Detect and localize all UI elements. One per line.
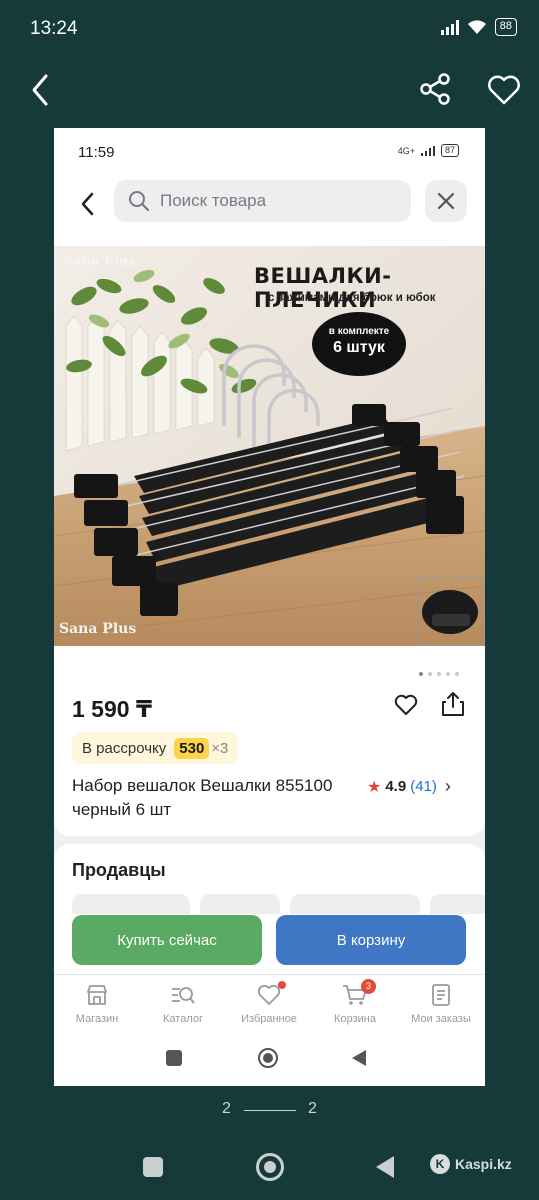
wifi-icon bbox=[467, 20, 486, 34]
inner-indicators: 4G+ 87 bbox=[398, 144, 459, 157]
back-chevron-icon[interactable] bbox=[76, 188, 100, 220]
kaspi-watermark-text: Kaspi.kz bbox=[455, 1156, 512, 1172]
brand-watermark-top: Sana Plus bbox=[64, 254, 136, 269]
shop-icon bbox=[87, 985, 107, 1005]
product-image[interactable]: Sana Plus ВЕШАЛКИ-ПЛЕЧИКИ с зажимами для… bbox=[54, 246, 485, 646]
installment-badge[interactable]: В рассрочку 530 ×3 bbox=[72, 732, 239, 764]
product-price: 1 590 ₸ bbox=[72, 696, 152, 722]
rating-value: 4.9 bbox=[385, 778, 407, 795]
image-title: ВЕШАЛКИ-ПЛЕЧИКИ bbox=[254, 264, 392, 312]
viewer-toolbar bbox=[0, 60, 539, 120]
brand-watermark-bottom: Sana Plus bbox=[59, 621, 137, 637]
tab-favorites-label: Избранное bbox=[241, 1013, 297, 1025]
battery-indicator: 88 bbox=[494, 18, 517, 36]
installment-times: ×3 bbox=[211, 739, 229, 757]
home-button[interactable] bbox=[258, 1048, 278, 1068]
outer-indicators: 88 bbox=[440, 18, 517, 36]
star-icon: ★ bbox=[367, 778, 382, 796]
recents-button[interactable] bbox=[166, 1050, 182, 1066]
installment-label: В рассрочку bbox=[82, 739, 167, 757]
bottom-tab-bar: Магазин Каталог Избранное 3 Корзина Мои … bbox=[54, 974, 485, 1030]
screenshot-pager: 2 2 bbox=[0, 1100, 539, 1120]
tab-cart-label: Корзина bbox=[334, 1013, 376, 1025]
outer-nav-bar: K Kaspi.kz bbox=[0, 1140, 539, 1200]
chevron-right-icon: › bbox=[444, 776, 451, 796]
tab-catalog-label: Каталог bbox=[163, 1013, 203, 1025]
tab-cart[interactable]: 3 Корзина bbox=[312, 979, 398, 1025]
product-title: Набор вешалок Вешалки 855100 черный 6 шт bbox=[72, 776, 333, 819]
inner-battery: 87 bbox=[440, 144, 459, 157]
outer-recents-button[interactable] bbox=[143, 1157, 163, 1177]
search-header: Поиск товара bbox=[54, 172, 485, 246]
kit-badge: в комплекте 6 штук bbox=[312, 312, 406, 376]
share-upload-icon[interactable] bbox=[440, 690, 466, 718]
image-subtitle: с зажимами для брюк и юбок bbox=[268, 292, 436, 304]
clear-search-button[interactable] bbox=[425, 180, 467, 222]
outer-status-bar: 13:24 88 bbox=[0, 0, 539, 58]
app-screenshot: 11:59 4G+ 87 Поиск товара Sana Plus ВЕША… bbox=[54, 128, 485, 1086]
orders-icon bbox=[432, 984, 450, 1006]
close-icon bbox=[437, 192, 455, 210]
kaspi-logo-icon: K bbox=[430, 1154, 450, 1174]
share-icon[interactable] bbox=[418, 72, 452, 106]
pager-total: 2 bbox=[308, 1100, 317, 1117]
back-button[interactable] bbox=[352, 1050, 366, 1066]
search-icon bbox=[129, 191, 150, 212]
inner-status-bar: 11:59 4G+ 87 bbox=[54, 128, 485, 172]
buy-now-button[interactable]: Купить сейчас bbox=[72, 915, 262, 965]
catalog-icon bbox=[172, 987, 195, 1004]
reviews-count: (41) bbox=[410, 778, 437, 795]
detail-inset-photo bbox=[418, 576, 485, 646]
outer-back-button[interactable] bbox=[376, 1156, 394, 1178]
favorites-badge-dot bbox=[278, 981, 286, 989]
favorite-heart-icon[interactable] bbox=[486, 72, 522, 108]
installment-amount: 530 bbox=[174, 737, 210, 759]
inner-nav-bar bbox=[54, 1030, 485, 1086]
tab-catalog[interactable]: Каталог bbox=[140, 983, 226, 1025]
tab-favorites[interactable]: Избранное bbox=[226, 981, 312, 1025]
search-placeholder: Поиск товара bbox=[160, 191, 267, 210]
back-arrow-icon[interactable] bbox=[26, 72, 58, 108]
pager-divider bbox=[244, 1110, 296, 1111]
sellers-title: Продавцы bbox=[72, 860, 166, 880]
product-info-card: 1 590 ₸ В рассрочку 530 ×3 Набор вешалок… bbox=[54, 646, 485, 836]
tab-shop[interactable]: Магазин bbox=[54, 983, 140, 1025]
kit-line1: в комплекте bbox=[328, 326, 390, 337]
kaspi-watermark: K Kaspi.kz bbox=[430, 1154, 512, 1174]
tab-orders-label: Мои заказы bbox=[411, 1013, 471, 1025]
search-input[interactable]: Поиск товара bbox=[114, 180, 411, 222]
image-pager-dots[interactable] bbox=[419, 672, 459, 676]
cart-badge: 3 bbox=[361, 979, 376, 994]
purchase-actions: Купить сейчас В корзину bbox=[54, 908, 485, 974]
inner-time: 11:59 bbox=[78, 144, 115, 161]
add-to-cart-button[interactable]: В корзину bbox=[276, 915, 466, 965]
outer-home-button[interactable] bbox=[256, 1153, 284, 1181]
rating-link[interactable]: ★ 4.9 (41) › bbox=[367, 776, 451, 797]
heart-icon[interactable] bbox=[393, 692, 419, 718]
tab-shop-label: Магазин bbox=[75, 1013, 119, 1025]
pager-current: 2 bbox=[222, 1100, 231, 1117]
network-label: 4G+ bbox=[397, 145, 415, 156]
inner-signal-icon bbox=[420, 145, 435, 156]
tab-orders[interactable]: Мои заказы bbox=[398, 983, 484, 1025]
kit-line2: 6 штук bbox=[333, 339, 385, 356]
outer-time: 13:24 bbox=[30, 18, 78, 39]
signal-icon bbox=[440, 19, 459, 35]
